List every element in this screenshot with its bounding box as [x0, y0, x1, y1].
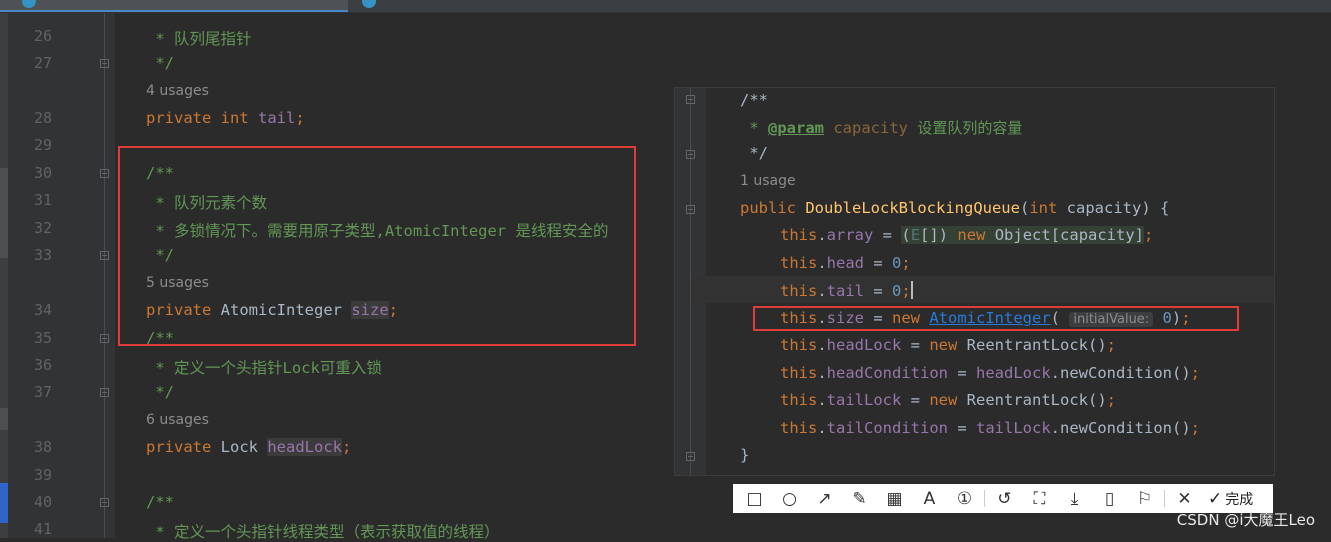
fold-marker-icon[interactable]	[686, 205, 695, 214]
line-number: 30	[33, 164, 52, 182]
line-number: 27	[33, 54, 52, 72]
fold-marker-icon[interactable]	[100, 334, 109, 343]
code-line-comment: */	[146, 54, 174, 72]
check-icon: ✓	[1208, 488, 1223, 509]
fold-marker-icon[interactable]	[100, 59, 109, 68]
code-line-array: this.array = (E[]) new Object[capacity];	[780, 226, 1154, 244]
tool-window-strip	[0, 13, 8, 538]
line-number: 28	[33, 109, 52, 127]
annotation-box-size-field	[118, 146, 636, 346]
fold-marker-icon[interactable]	[100, 251, 109, 260]
code-line-field-tail: private int tail;	[146, 109, 305, 127]
fold-marker-icon[interactable]	[686, 452, 695, 461]
mosaic-icon[interactable]: ▦	[877, 484, 912, 513]
line-number: 32	[33, 219, 52, 237]
download-icon[interactable]: ⤓	[1057, 484, 1092, 513]
code-line-head: this.head = 0;	[780, 254, 911, 272]
code-line-comment: /**	[740, 91, 768, 109]
annotation-box-size-init	[753, 306, 1239, 331]
text-caret	[910, 281, 913, 299]
line-number: 34	[33, 301, 52, 319]
code-line-field-headLock: private Lock headLock;	[146, 438, 352, 456]
usages-inlay[interactable]: 6 usages	[146, 412, 209, 428]
screenshot-icon[interactable]: ⛶	[1022, 484, 1057, 513]
line-number: 36	[33, 356, 52, 374]
code-line-comment: * 定义一个头指针Lock可重入锁	[146, 359, 382, 377]
done-label: 完成	[1225, 491, 1254, 508]
code-line-headCondition: this.headCondition = headLock.newConditi…	[780, 364, 1200, 382]
code-line-comment: /**	[146, 493, 174, 511]
code-line-comment: */	[146, 383, 174, 401]
code-line-tailCondition: this.tailCondition = tailLock.newConditi…	[780, 419, 1200, 437]
bookmark-icon[interactable]: ⚐	[1127, 484, 1162, 513]
editor-tab[interactable]	[348, 0, 468, 12]
fold-marker-icon[interactable]	[100, 498, 109, 507]
pen-icon[interactable]: ✎	[842, 484, 877, 513]
rectangle-icon[interactable]: □	[737, 484, 772, 513]
line-number: 33	[33, 246, 52, 264]
code-line-constructor: public DoubleLockBlockingQueue(int capac…	[740, 199, 1170, 217]
text-icon[interactable]: A	[912, 484, 947, 513]
line-number: 29	[33, 136, 52, 154]
line-number: 31	[33, 191, 52, 209]
code-line-comment: */	[740, 144, 768, 162]
line-number: 38	[33, 438, 52, 456]
line-number: 41	[33, 520, 52, 538]
code-line-brace: }	[740, 446, 750, 464]
editor-tab-active[interactable]	[0, 0, 348, 12]
editor-tab-bar	[0, 0, 1331, 13]
code-line-param-doc: * @param capacity 设置队列的容量	[740, 119, 1023, 137]
fold-marker-icon[interactable]	[686, 95, 695, 104]
line-number: 39	[33, 466, 52, 484]
code-line-tailLock: this.tailLock = new ReentrantLock();	[780, 391, 1117, 409]
usages-inlay[interactable]: 4 usages	[146, 83, 209, 99]
code-line-comment: * 定义一个头指针线程类型（表示获取值的线程）	[146, 523, 500, 541]
code-line-tail: this.tail = 0;	[780, 281, 913, 300]
current-line-highlight	[691, 276, 1274, 303]
line-number: 37	[33, 383, 52, 401]
toolbar-divider	[984, 490, 985, 507]
undo-icon[interactable]: ↺	[987, 484, 1022, 513]
number-icon[interactable]: ①	[947, 484, 982, 513]
java-class-icon	[22, 0, 36, 8]
code-line-comment: * 队列尾指针	[146, 30, 252, 48]
fold-marker-icon[interactable]	[100, 388, 109, 397]
java-class-icon	[362, 0, 376, 8]
watermark: CSDN @i大魔王Leo	[1176, 511, 1315, 529]
line-number: 40	[33, 493, 52, 511]
line-number: 26	[33, 27, 52, 45]
usages-inlay[interactable]: 1 usage	[740, 173, 796, 189]
ellipse-icon[interactable]: ○	[772, 484, 807, 513]
fold-marker-icon[interactable]	[100, 169, 109, 178]
fold-marker-icon[interactable]	[686, 150, 695, 159]
line-number-gutter: 26 27 28 29 30 31 32 33 34 35 36 37 38 3…	[8, 13, 115, 538]
line-number: 35	[33, 329, 52, 347]
code-line-headLock: this.headLock = new ReentrantLock();	[780, 336, 1117, 354]
pin-icon[interactable]: ▯	[1092, 484, 1127, 513]
toolbar-divider	[1164, 490, 1165, 507]
arrow-icon[interactable]: ↗	[807, 484, 842, 513]
code-snippet-popup: /** * @param capacity 设置队列的容量 */ 1 usage…	[674, 87, 1275, 476]
